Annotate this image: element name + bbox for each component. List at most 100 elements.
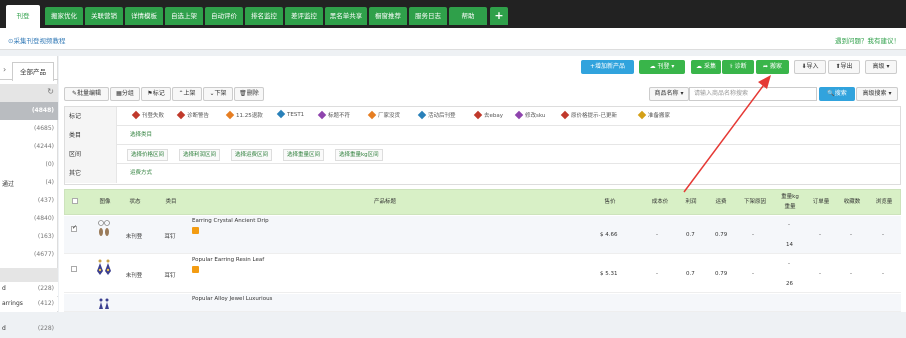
collect-button[interactable]: ☁ 采集: [691, 60, 721, 74]
price-range-chip[interactable]: 选择价格区间: [127, 149, 169, 161]
move-button[interactable]: ➦ 搬家: [756, 60, 789, 74]
diagnose-button[interactable]: ⚕ 诊断: [722, 60, 754, 74]
weight-kg-range-chip[interactable]: 选择重量kg区间: [335, 149, 383, 161]
column-header[interactable]: 下架原因: [737, 190, 773, 214]
tab-related-marketing[interactable]: 关联营销: [85, 7, 123, 25]
product-name-select[interactable]: 商品名称 ▾: [649, 87, 689, 101]
tab-service-log[interactable]: 服务日志: [409, 7, 447, 25]
search-input[interactable]: 请输入商品名称搜索: [689, 87, 817, 101]
advanced-dropdown[interactable]: 高级 ▾: [865, 60, 897, 74]
tab-rank-monitor[interactable]: 排名监控: [245, 7, 283, 25]
video-tutorial-link[interactable]: ⊙采集刊登视频教程: [8, 35, 65, 45]
sidebar-item[interactable]: (437): [0, 192, 58, 210]
row-checkbox[interactable]: [71, 224, 77, 232]
tag-item[interactable]: 修改sku: [514, 110, 545, 120]
export-button[interactable]: ⬆导出: [828, 60, 860, 74]
tab-move-optimize[interactable]: 搬家优化: [45, 7, 83, 25]
publish-button[interactable]: ☁ 刊登 ▾: [639, 60, 685, 74]
select-all-checkbox[interactable]: [72, 198, 78, 204]
tab-window-recommend[interactable]: 橱窗推荐: [369, 7, 407, 25]
select-category-chip[interactable]: 选择类目: [127, 130, 155, 142]
sidebar-item[interactable]: (163): [0, 228, 58, 246]
tab-publish[interactable]: 刊登: [6, 5, 40, 28]
tab-all-products[interactable]: 全部产品: [12, 62, 54, 81]
row-title[interactable]: Popular Alloy Jewel Luxurious: [192, 296, 272, 302]
row-cost: -: [656, 232, 658, 238]
tab-auto-review[interactable]: 自动评价: [205, 7, 243, 25]
column-header[interactable]: 浏览量: [870, 190, 898, 214]
row-title[interactable]: Popular Earring Resin Leaf: [192, 257, 264, 263]
table-row[interactable]: Popular Alloy Jewel Luxurious: [64, 294, 901, 312]
column-header[interactable]: 利润: [677, 190, 705, 214]
column-header[interactable]: 图像: [93, 190, 117, 214]
column-header[interactable]: 订单量: [807, 190, 835, 214]
column-header[interactable]: 重量kg 重量: [777, 190, 803, 214]
row-title[interactable]: Earring Crystal Ancient Drip: [192, 218, 269, 224]
tag-item[interactable]: 准备搬家: [637, 110, 670, 120]
publish-label: 刊登: [657, 63, 670, 70]
delete-button[interactable]: 🗑删除: [234, 87, 264, 101]
column-header[interactable]: 收藏数: [838, 190, 866, 214]
tag-item[interactable]: 刊登失败: [131, 110, 164, 120]
tag-item[interactable]: TEST1: [276, 109, 305, 119]
advanced-search-dropdown[interactable]: 高级搜索 ▾: [856, 87, 898, 101]
column-header[interactable]: 成本价: [645, 190, 675, 214]
sidebar-group-header[interactable]: [0, 268, 58, 282]
shipping-range-chip[interactable]: 选择运费区间: [231, 149, 273, 161]
tab-self-list[interactable]: 自选上架: [165, 7, 203, 25]
tab-detail-template[interactable]: 详情模板: [125, 7, 163, 25]
filter-row-range: 区间 选择价格区间 选择利润区间 选择运费区间 选择重量区间 选择重量kg区间: [65, 145, 900, 164]
sidebar-item[interactable]: arrings (412): [0, 297, 58, 311]
batch-edit-button[interactable]: ✎批量编辑: [64, 87, 109, 101]
tag-item[interactable]: 厂家没货: [367, 110, 400, 120]
sidebar-item[interactable]: (4677): [0, 246, 58, 264]
tag-item[interactable]: 原价格提示-已更新: [560, 110, 617, 120]
column-header[interactable]: 售价: [595, 190, 625, 214]
edit-badge-icon[interactable]: [192, 266, 199, 273]
tag-item[interactable]: 11.25退款: [225, 110, 263, 120]
search-button[interactable]: 🔍搜索: [819, 87, 855, 101]
shipping-method-chip[interactable]: 运费方式: [127, 168, 155, 180]
tag-label: TEST1: [287, 112, 305, 118]
table-row[interactable]: 未刊登 耳钉 Popular Earring Resin Leaf $ 5.31…: [64, 255, 901, 293]
tag-item[interactable]: 去ebay: [473, 110, 503, 120]
add-tab-button[interactable]: +: [490, 7, 508, 25]
column-header[interactable]: 运费: [707, 190, 735, 214]
sidebar-item[interactable]: d (228): [0, 320, 58, 338]
column-header[interactable]: 状态: [123, 190, 147, 214]
tab-blacklist-share[interactable]: 黑名单共享: [325, 7, 367, 25]
weight-range-chip[interactable]: 选择重量区间: [283, 149, 325, 161]
chevron-right-icon[interactable]: ›: [3, 65, 6, 74]
edit-badge-icon[interactable]: [192, 227, 199, 234]
sidebar-item[interactable]: (4840): [0, 210, 58, 228]
tab-negative-monitor[interactable]: 差评监控: [285, 7, 323, 25]
sidebar-item[interactable]: (4685): [0, 120, 58, 138]
feedback-link[interactable]: 遇到问题？我有建议！: [835, 35, 900, 45]
product-thumbnail[interactable]: [97, 297, 111, 312]
tag-icon: [276, 109, 286, 119]
sidebar-item[interactable]: 通过 (4): [0, 174, 58, 192]
sidebar-item[interactable]: (4244): [0, 138, 58, 156]
column-header[interactable]: 产品标题: [325, 190, 445, 214]
mark-button[interactable]: ⚑标记: [141, 87, 171, 101]
tag-item[interactable]: 标题不符: [317, 110, 350, 120]
sidebar-item[interactable]: (0): [0, 156, 58, 174]
product-thumbnail[interactable]: [96, 258, 112, 278]
tab-help[interactable]: 帮助: [449, 7, 487, 25]
profit-range-chip[interactable]: 选择利润区间: [179, 149, 221, 161]
row-checkbox[interactable]: [71, 266, 77, 272]
tag-item[interactable]: 活动后刊登: [417, 110, 456, 120]
sidebar-item[interactable]: (4848): [0, 102, 58, 120]
group-button[interactable]: ▦分组: [110, 87, 140, 101]
refresh-icon[interactable]: ↻: [47, 87, 54, 96]
mark-label: 标记: [152, 90, 165, 97]
tag-item[interactable]: 诊断警告: [176, 110, 209, 120]
list-up-button[interactable]: ⌃上架: [172, 87, 202, 101]
table-row[interactable]: 未刊登 耳钉 Earring Crystal Ancient Drip $ 4.…: [64, 216, 901, 254]
list-down-button[interactable]: ⌄下架: [203, 87, 233, 101]
product-thumbnail[interactable]: [97, 219, 111, 239]
add-product-button[interactable]: +增加新产品: [581, 60, 634, 74]
import-button[interactable]: ⬇导入: [794, 60, 826, 74]
column-header[interactable]: 类目: [159, 190, 183, 214]
sidebar-item[interactable]: d (228): [0, 282, 58, 296]
